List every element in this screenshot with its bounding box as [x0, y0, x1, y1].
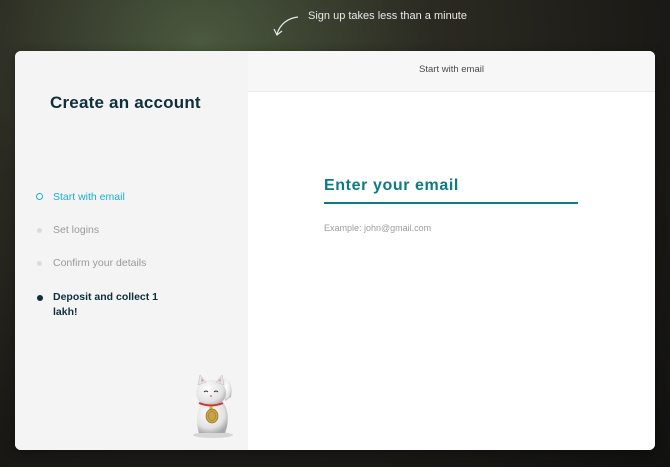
email-field[interactable] [324, 175, 578, 204]
step-label: Deposit and collect 1 lakh! [53, 291, 159, 318]
step-label: Confirm your details [53, 257, 147, 269]
email-field-wrapper [324, 175, 578, 204]
form-header: Start with email [248, 51, 655, 92]
curved-arrow-icon [273, 16, 299, 36]
step-dot-icon [36, 295, 43, 301]
step-label: Start with email [53, 191, 125, 203]
form-panel: Start with email Example: john@gmail.com [248, 51, 655, 450]
page-title: Create an account [50, 93, 201, 112]
signup-card: Create an account Start with email Set l… [15, 51, 655, 450]
signup-hint: Sign up takes less than a minute [308, 10, 467, 22]
step-dot-icon [37, 228, 42, 233]
email-example-hint: Example: john@gmail.com [324, 223, 432, 233]
step-active-dot-icon [36, 193, 43, 200]
steps-panel: Create an account Start with email Set l… [15, 51, 248, 450]
step-dot-icon [37, 261, 42, 266]
lucky-cat-icon [193, 374, 233, 438]
step-label: Set logins [53, 224, 100, 236]
